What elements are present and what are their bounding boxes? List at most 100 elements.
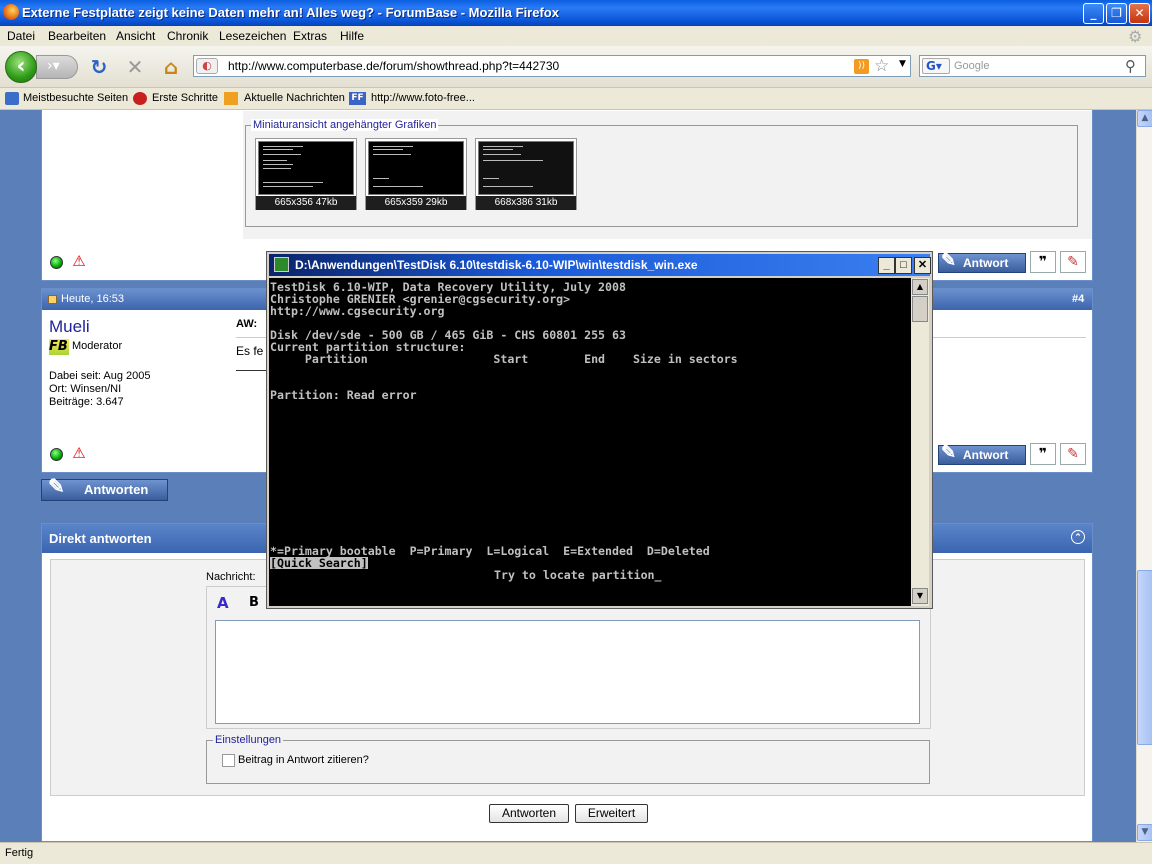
message-textarea[interactable] (215, 620, 920, 724)
console-scroll-down[interactable]: ▼ (912, 588, 928, 604)
console-line: Partition Start End Size in sectors (270, 352, 738, 366)
console-minimize-button[interactable]: _ (878, 257, 895, 274)
url-dropdown-icon[interactable]: ▼ (899, 59, 906, 69)
attachment-thumbnail-3[interactable]: 668x386 31kb (475, 138, 577, 210)
user-post-count: Beiträge: 3.647 (49, 396, 124, 408)
quote-button-post-3[interactable]: ❞ (1030, 251, 1056, 273)
url-bar[interactable]: ◐ http://www.computerbase.de/forum/showt… (193, 55, 911, 77)
scroll-up-button[interactable]: ▲ (1137, 110, 1152, 127)
page-scrollbar[interactable]: ▲ ▼ (1136, 110, 1152, 842)
reply-pen-icon: ✎ (48, 476, 65, 498)
site-identity-icon[interactable]: ◐ (196, 58, 218, 74)
advanced-reply-button[interactable]: Erweitert (575, 804, 648, 823)
console-line: Partition: Read error (270, 388, 417, 402)
menu-hilfe[interactable]: Hilfe (340, 29, 364, 43)
attachments-legend: Miniaturansicht angehängter Grafiken (251, 119, 439, 131)
window-titlebar: Externe Festplatte zeigt keine Daten meh… (0, 0, 1152, 26)
attachment-thumbnail-2[interactable]: 665x359 29kb (365, 138, 467, 210)
thumbnail-screen (258, 141, 354, 195)
signature-divider (236, 370, 266, 371)
menu-bearbeiten[interactable]: Bearbeiten (48, 29, 106, 43)
thumbnail-screen (368, 141, 464, 195)
console-titlebar: D:\Anwendungen\TestDisk 6.10\testdisk-6.… (269, 254, 931, 276)
search-bar[interactable]: G▾ Google ⚲ (919, 55, 1146, 77)
console-app-icon (274, 257, 289, 272)
console-line: http://www.cgsecurity.org (270, 304, 445, 318)
report-post-icon[interactable]: ⚠ (71, 446, 87, 461)
status-bar: Fertig (0, 842, 1152, 864)
reply-button-post-4[interactable]: ✎ Antwort (938, 443, 1026, 465)
quote-checkbox-label: Beitrag in Antwort zitieren? (238, 754, 369, 766)
post-body: Es fe (236, 344, 264, 358)
minimize-button[interactable]: _ (1083, 3, 1104, 24)
bold-icon[interactable]: B (249, 595, 259, 610)
new-reply-button-label: Antworten (84, 482, 149, 497)
bookmark-meistbesuchte[interactable]: Meistbesuchte Seiten (23, 92, 128, 104)
quick-search-option[interactable]: [Quick Search] (270, 557, 368, 569)
post-number[interactable]: #4 (1072, 293, 1084, 305)
console-maximize-button[interactable]: □ (895, 257, 912, 274)
console-title: D:\Anwendungen\TestDisk 6.10\testdisk-6.… (295, 258, 698, 272)
console-scroll-up[interactable]: ▲ (912, 279, 928, 295)
bookmarks-toolbar: Meistbesuchte Seiten Erste Schritte Aktu… (0, 88, 1152, 110)
stop-icon[interactable]: ✕ (124, 56, 146, 78)
new-reply-button[interactable]: ✎ Antworten (41, 476, 168, 501)
console-close-button[interactable]: ✕ (914, 257, 931, 274)
search-engine-icon[interactable]: G▾ (922, 58, 950, 74)
home-icon[interactable]: ⌂ (160, 56, 182, 78)
attachment-caption: 665x356 47kb (256, 196, 356, 210)
search-icon[interactable]: ⚲ (1125, 57, 1136, 75)
back-button[interactable]: ‹ (5, 51, 37, 83)
post-date: Heute, 16:53 (61, 293, 124, 305)
bookmark-aktuelle-nachrichten[interactable]: Aktuelle Nachrichten (244, 92, 345, 104)
maximize-button[interactable]: ❐ (1106, 3, 1127, 24)
online-status-icon (50, 448, 63, 461)
scroll-down-button[interactable]: ▼ (1137, 824, 1152, 841)
menu-lesezeichen[interactable]: Lesezeichen (219, 29, 286, 43)
close-button[interactable]: ✕ (1129, 3, 1150, 24)
reply-button-post-3[interactable]: ✎ Antwort (938, 250, 1026, 273)
online-status-icon (50, 256, 63, 269)
console-cursor: _ (654, 568, 662, 582)
attachment-caption: 668x386 31kb (476, 196, 576, 210)
quote-checkbox[interactable] (222, 754, 235, 767)
report-post-icon[interactable]: ⚠ (71, 254, 87, 269)
post-title: AW: (236, 318, 258, 330)
reload-icon[interactable]: ↻ (88, 56, 110, 78)
menu-extras[interactable]: Extras (293, 29, 327, 43)
rss-feed-icon[interactable]: )) (854, 59, 869, 74)
forward-button[interactable]: ›▾ (36, 55, 78, 79)
throbber-icon: ⚙ (1128, 29, 1143, 46)
bookmark-erste-schritte[interactable]: Erste Schritte (152, 92, 218, 104)
search-input[interactable]: Google (954, 60, 989, 72)
submit-reply-button[interactable]: Antworten (489, 804, 569, 823)
multiquote-button-post-4[interactable]: ✎ (1060, 443, 1086, 465)
collapse-icon[interactable]: ⌃ (1071, 530, 1085, 544)
attachment-thumbnail-1[interactable]: 665x356 47kb (255, 138, 357, 210)
quick-reply-title: Direkt antworten (49, 531, 152, 546)
reply-button-label: Antwort (963, 448, 1009, 462)
reply-button-label: Antwort (963, 256, 1009, 270)
bookmark-foto-free[interactable]: http://www.foto-free... (371, 92, 475, 104)
most-visited-icon (5, 92, 19, 105)
console-scrollbar[interactable]: ▲ ▼ (911, 278, 929, 606)
attachment-caption: 665x359 29kb (366, 196, 466, 210)
menu-ansicht[interactable]: Ansicht (116, 29, 155, 43)
multiquote-button-post-3[interactable]: ✎ (1060, 251, 1086, 273)
post-username[interactable]: Mueli (49, 317, 90, 337)
post-icon (48, 295, 57, 304)
first-steps-icon (133, 92, 147, 105)
quote-button-post-4[interactable]: ❞ (1030, 443, 1056, 465)
url-text[interactable]: http://www.computerbase.de/forum/showthr… (228, 59, 559, 73)
console-scroll-thumb[interactable] (912, 296, 928, 322)
bookmark-star-icon[interactable]: ☆ (874, 56, 889, 76)
scroll-thumb[interactable] (1137, 570, 1152, 745)
reply-pen-icon: ✎ (941, 250, 957, 270)
menu-datei[interactable]: Datei (7, 29, 35, 43)
user-joined: Dabei seit: Aug 2005 (49, 370, 151, 382)
testdisk-console-window: D:\Anwendungen\TestDisk 6.10\testdisk-6.… (266, 251, 933, 609)
settings-legend: Einstellungen (213, 734, 284, 746)
console-screen[interactable]: TestDisk 6.10-WIP, Data Recovery Utility… (269, 278, 911, 606)
menu-chronik[interactable]: Chronik (167, 29, 208, 43)
font-style-icon[interactable]: A (217, 594, 229, 612)
